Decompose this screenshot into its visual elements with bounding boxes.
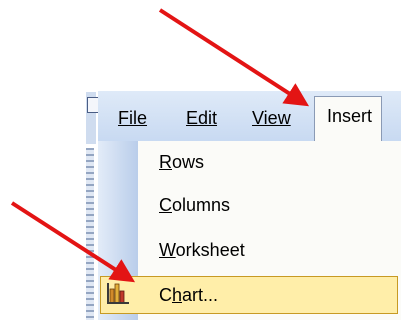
menu-view[interactable]: View xyxy=(252,107,291,129)
menu-insert[interactable]: Insert xyxy=(314,96,382,142)
menu-edit[interactable]: Edit xyxy=(186,107,217,129)
bar-chart-icon xyxy=(107,283,129,304)
menu-item-rows[interactable]: Rows xyxy=(159,150,204,174)
menu-item-chart-highlight[interactable] xyxy=(100,276,398,314)
menu-item-worksheet[interactable]: Worksheet xyxy=(159,238,245,262)
menu-item-columns[interactable]: Columns xyxy=(159,193,230,217)
arrow-to-insert-menu xyxy=(158,8,310,107)
menu-file[interactable]: File xyxy=(118,107,147,129)
menu-item-chart[interactable]: Chart... xyxy=(159,283,218,307)
window-frame-edge-lower xyxy=(86,148,94,320)
